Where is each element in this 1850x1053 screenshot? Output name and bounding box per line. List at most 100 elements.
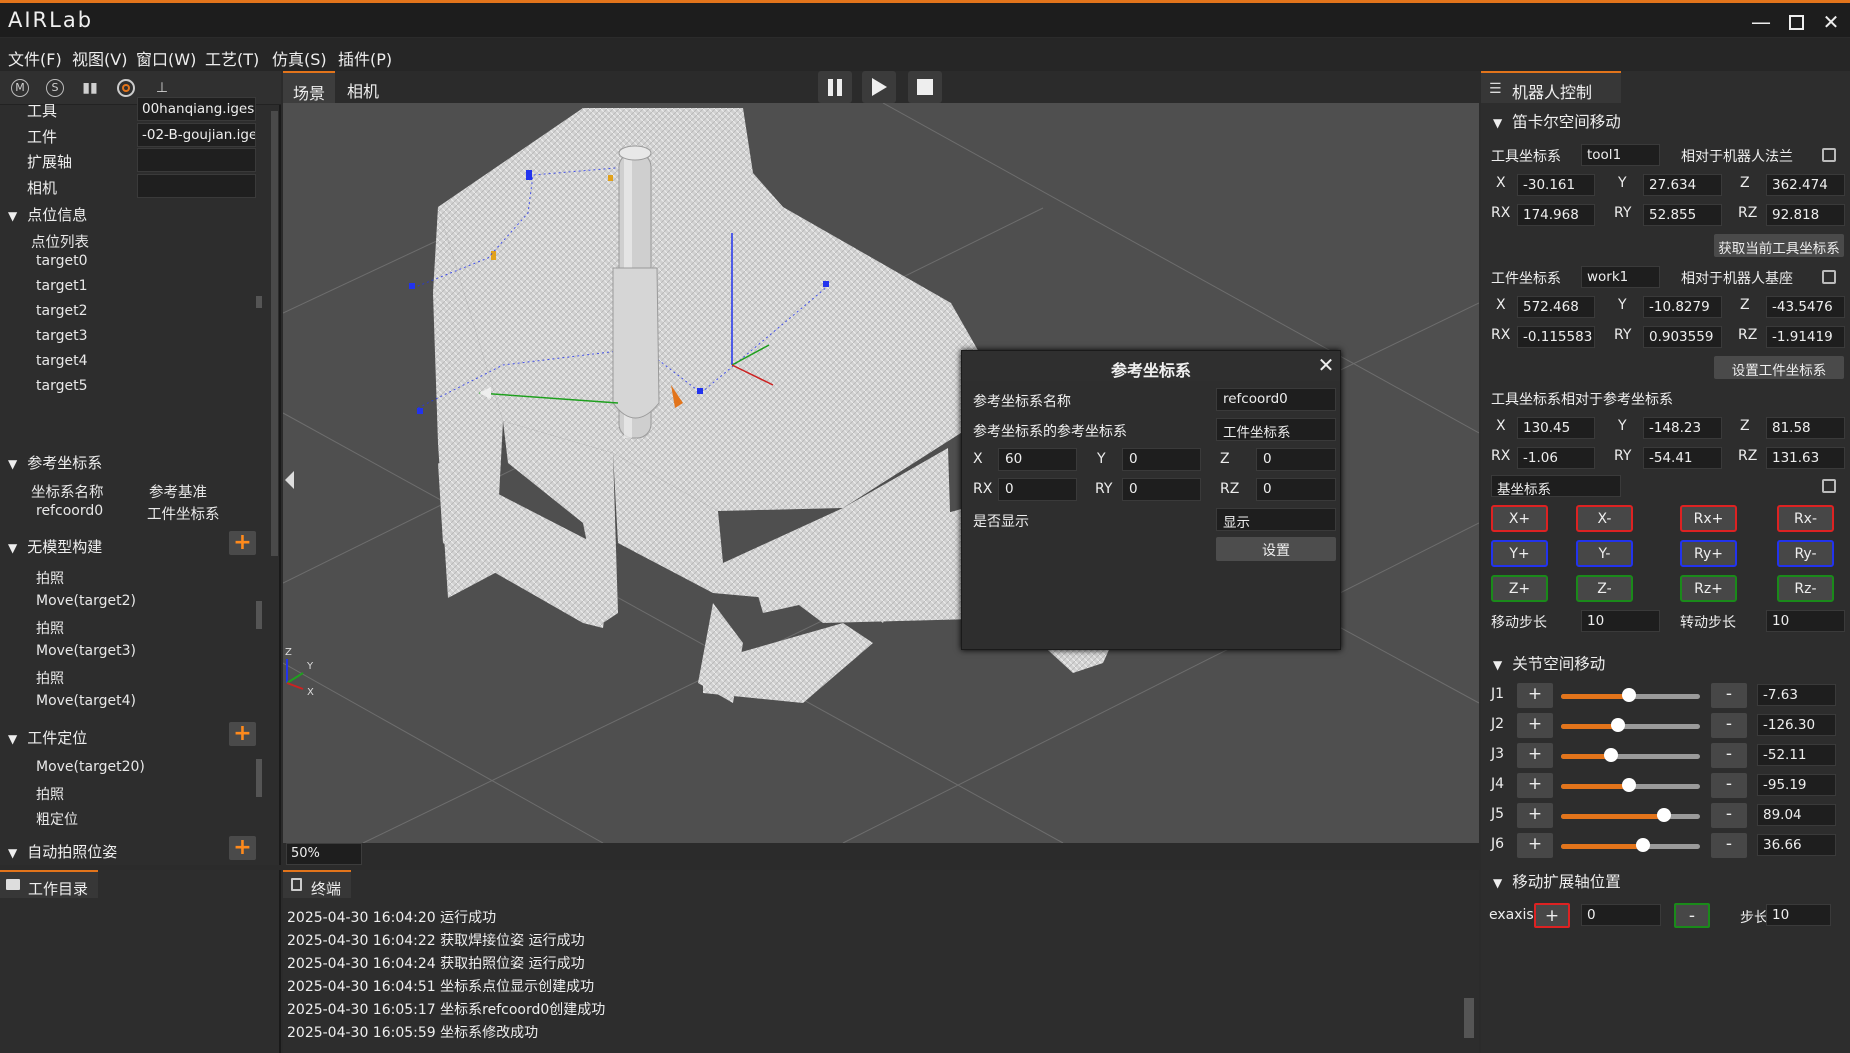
- workpos-scrollbar[interactable]: [256, 759, 262, 797]
- exaxis-field[interactable]: 0: [1581, 904, 1661, 926]
- menu-process[interactable]: 工艺(T): [205, 46, 259, 70]
- toolref-rx-field[interactable]: -1.06: [1517, 447, 1595, 469]
- tab-terminal[interactable]: 终端: [283, 870, 352, 898]
- section-no-model[interactable]: ▼ 无模型构建: [8, 536, 102, 557]
- list-item[interactable]: 拍照: [36, 618, 64, 638]
- list-item[interactable]: target4: [36, 353, 87, 369]
- section-point-info[interactable]: ▼ 点位信息: [8, 204, 87, 225]
- exaxis-plus-button[interactable]: +: [1534, 903, 1570, 928]
- tab-robot-control[interactable]: ☰ 机器人控制: [1481, 71, 1621, 103]
- joint-value-field[interactable]: -7.63: [1757, 684, 1836, 706]
- toolref-z-field[interactable]: 81.58: [1766, 417, 1845, 439]
- collapse-left-icon[interactable]: [283, 460, 295, 500]
- joint-slider[interactable]: [1561, 838, 1700, 852]
- add-workpos-button[interactable]: +: [229, 722, 256, 746]
- joint-value-field[interactable]: 89.04: [1757, 804, 1836, 826]
- joint-minus-button[interactable]: -: [1711, 743, 1747, 768]
- jog-z-plus-button[interactable]: Z+: [1491, 575, 1548, 602]
- m-circle-icon[interactable]: M: [8, 77, 32, 99]
- joint-slider[interactable]: [1561, 688, 1700, 702]
- terminal-scrollbar[interactable]: [1464, 998, 1474, 1038]
- jog-x-plus-button[interactable]: X+: [1491, 505, 1548, 532]
- save-icon[interactable]: [1822, 479, 1836, 493]
- play-button[interactable]: [862, 71, 896, 103]
- work-x-field[interactable]: 572.468: [1517, 296, 1595, 318]
- joint-slider[interactable]: [1561, 718, 1700, 732]
- maximize-icon[interactable]: [1779, 9, 1813, 35]
- ry-field[interactable]: 0: [1122, 478, 1201, 501]
- gripper-icon[interactable]: ▮▮: [78, 77, 102, 99]
- tool-y-field[interactable]: 27.634: [1643, 174, 1722, 196]
- ref-name-field[interactable]: refcoord0: [1216, 388, 1336, 411]
- show-select[interactable]: 显示: [1216, 508, 1336, 531]
- list-item[interactable]: Move(target20): [36, 759, 145, 775]
- jog-rz-plus-button[interactable]: Rz+: [1680, 575, 1737, 602]
- rot-step-field[interactable]: 10: [1766, 610, 1845, 632]
- minimize-icon[interactable]: —: [1744, 9, 1778, 35]
- save-icon[interactable]: [1822, 270, 1836, 284]
- joint-minus-button[interactable]: -: [1711, 803, 1747, 828]
- list-item[interactable]: target2: [36, 303, 87, 319]
- extaxis-field[interactable]: [137, 148, 256, 172]
- section-auto-photo[interactable]: ▼ 自动拍照位姿: [8, 841, 117, 862]
- toolref-rz-field[interactable]: 131.63: [1766, 447, 1845, 469]
- list-item[interactable]: Move(target2): [36, 593, 136, 609]
- tab-camera[interactable]: 相机: [337, 71, 389, 103]
- work-z-field[interactable]: -43.5476: [1766, 296, 1845, 318]
- ref-row-name[interactable]: refcoord0: [36, 503, 103, 519]
- joint-value-field[interactable]: -126.30: [1757, 714, 1836, 736]
- tool-x-field[interactable]: -30.161: [1517, 174, 1595, 196]
- joint-slider-knob[interactable]: [1610, 718, 1625, 732]
- jog-rx-minus-button[interactable]: Rx-: [1777, 505, 1834, 532]
- joint-plus-button[interactable]: +: [1517, 683, 1553, 708]
- rx-field[interactable]: 0: [998, 478, 1077, 501]
- axis-icon[interactable]: ⊥: [150, 77, 174, 99]
- base-frame-select[interactable]: 基坐标系: [1491, 475, 1621, 497]
- left-panel-scrollbar[interactable]: [271, 111, 278, 556]
- workpiece-field[interactable]: -02-B-goujian.iges: [137, 123, 256, 147]
- joint-plus-button[interactable]: +: [1517, 743, 1553, 768]
- jog-ry-minus-button[interactable]: Ry-: [1777, 540, 1834, 567]
- work-rz-field[interactable]: -1.91419: [1766, 326, 1845, 348]
- stop-button[interactable]: [908, 71, 942, 103]
- work-rx-field[interactable]: -0.115583: [1517, 326, 1595, 348]
- s-circle-icon[interactable]: S: [43, 77, 67, 99]
- joint-minus-button[interactable]: -: [1711, 683, 1747, 708]
- list-item[interactable]: 粗定位: [36, 809, 78, 829]
- section-work-pos[interactable]: ▼ 工件定位: [8, 727, 87, 748]
- nomodel-scrollbar[interactable]: [256, 601, 262, 629]
- list-item[interactable]: 拍照: [36, 784, 64, 804]
- z-field[interactable]: 0: [1256, 448, 1336, 471]
- add-nomodel-button[interactable]: +: [229, 531, 256, 555]
- joint-plus-button[interactable]: +: [1517, 833, 1553, 858]
- menu-simulation[interactable]: 仿真(S): [272, 46, 327, 70]
- add-autophoto-button[interactable]: +: [229, 836, 256, 860]
- section-ref-coord[interactable]: ▼ 参考坐标系: [8, 452, 102, 473]
- jog-rx-plus-button[interactable]: Rx+: [1680, 505, 1737, 532]
- section-joint[interactable]: ▼ 关节空间移动: [1493, 652, 1605, 674]
- work-y-field[interactable]: -10.8279: [1643, 296, 1722, 318]
- joint-slider-knob[interactable]: [1636, 838, 1650, 852]
- joint-slider[interactable]: [1561, 748, 1700, 762]
- exaxis-step-field[interactable]: 10: [1766, 904, 1831, 926]
- joint-minus-button[interactable]: -: [1711, 773, 1747, 798]
- move-step-field[interactable]: 10: [1581, 610, 1660, 632]
- toolref-x-field[interactable]: 130.45: [1517, 417, 1595, 439]
- target-icon[interactable]: [114, 77, 138, 99]
- joint-minus-button[interactable]: -: [1711, 713, 1747, 738]
- ref-parent-select[interactable]: 工件坐标系: [1216, 418, 1336, 441]
- point-list-scrollbar[interactable]: [256, 296, 262, 308]
- ref-row-base[interactable]: 工件坐标系: [147, 503, 220, 524]
- tool-ry-field[interactable]: 52.855: [1643, 204, 1722, 226]
- list-item[interactable]: target0: [36, 253, 87, 269]
- joint-slider-knob[interactable]: [1656, 808, 1671, 822]
- list-item[interactable]: 拍照: [36, 668, 64, 688]
- section-exaxis[interactable]: ▼ 移动扩展轴位置: [1493, 870, 1621, 892]
- set-button[interactable]: 设置: [1216, 537, 1336, 561]
- joint-slider-knob[interactable]: [1604, 748, 1619, 762]
- tool-frame-select[interactable]: tool1: [1581, 144, 1660, 166]
- camera-field[interactable]: [137, 174, 256, 198]
- jog-y-minus-button[interactable]: Y-: [1576, 540, 1633, 567]
- close-icon[interactable]: ✕: [1814, 9, 1848, 35]
- pause-button[interactable]: [818, 71, 852, 103]
